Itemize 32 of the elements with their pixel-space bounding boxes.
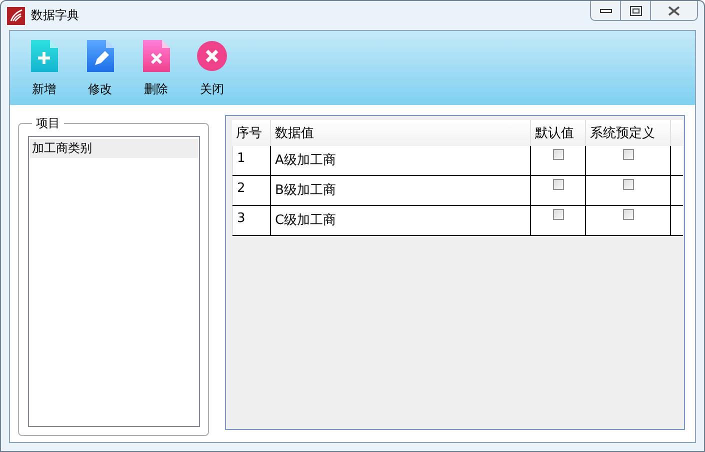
- table-cell: B级加工商: [271, 176, 531, 206]
- checkbox[interactable]: [552, 149, 564, 160]
- close-icon: [668, 6, 680, 16]
- checkbox[interactable]: [552, 209, 564, 220]
- checkbox[interactable]: [622, 209, 634, 220]
- maximize-icon: [630, 6, 642, 16]
- checkbox[interactable]: [622, 149, 634, 160]
- table-cell: C级加工商: [271, 206, 531, 236]
- checkbox[interactable]: [622, 179, 634, 190]
- table-cell: 1: [232, 146, 271, 176]
- minimize-icon: [600, 8, 612, 12]
- toolbar-button[interactable]: 新增: [16, 31, 72, 105]
- column-header[interactable]: 默认值: [531, 120, 586, 146]
- edit-file-icon: [84, 38, 116, 72]
- list-item[interactable]: 加工商类别: [30, 139, 198, 158]
- toolbar-button[interactable]: 关闭: [184, 31, 240, 105]
- column-header[interactable]: 序号: [232, 120, 271, 146]
- table-cell: A级加工商: [271, 146, 531, 176]
- delete-file-icon: [140, 38, 172, 72]
- group-title: 项目: [35, 115, 61, 132]
- column-header[interactable]: 数据值: [271, 120, 531, 146]
- table-cell: 3: [232, 206, 271, 236]
- add-file-icon: [28, 38, 60, 72]
- toolbar-button[interactable]: 修改: [72, 31, 128, 105]
- column-header: [671, 120, 683, 146]
- toolbar-button[interactable]: 删除: [128, 31, 184, 105]
- close-icon: [196, 38, 228, 72]
- checkbox[interactable]: [552, 179, 564, 190]
- app-icon: [7, 6, 25, 24]
- window-title: 数据字典: [31, 7, 79, 24]
- table-cell: 2: [232, 176, 271, 206]
- column-header[interactable]: 系统预定义: [586, 120, 671, 146]
